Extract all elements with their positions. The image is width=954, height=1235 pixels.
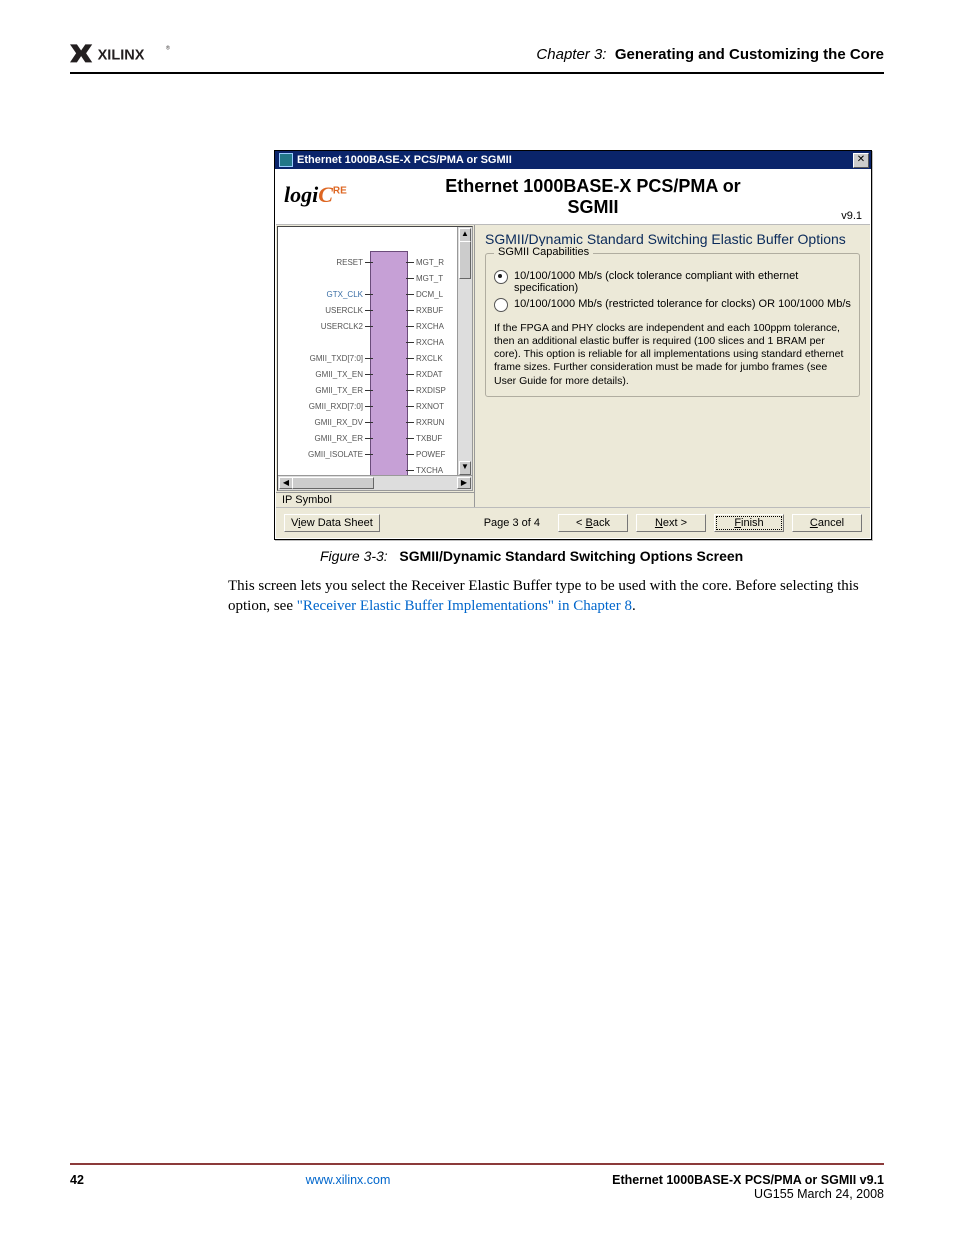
- window-title: Ethernet 1000BASE-X PCS/PMA or SGMII: [297, 154, 512, 166]
- radio-label-1: 10/100/1000 Mb/s (clock tolerance compli…: [514, 270, 851, 294]
- options-panel: SGMII/Dynamic Standard Switching Elastic…: [475, 225, 870, 507]
- port-right: DCM_L: [406, 291, 452, 299]
- ip-symbol-canvas[interactable]: RESETGTX_CLKUSERCLKUSERCLK2GMII_TXD[7:0]…: [277, 226, 473, 491]
- footer-doc-title: Ethernet 1000BASE-X PCS/PMA or SGMII v9.…: [612, 1173, 884, 1187]
- version-label: v9.1: [841, 210, 862, 222]
- dialog-window: Ethernet 1000BASE-X PCS/PMA or SGMII ✕ l…: [274, 150, 872, 540]
- footer-rule: [70, 1163, 884, 1165]
- svg-text:®: ®: [166, 44, 170, 51]
- header-rule: [70, 72, 884, 74]
- scroll-thumb-h[interactable]: [292, 477, 374, 489]
- button-bar: View Data Sheet Page 3 of 4 < Back Next …: [276, 507, 870, 538]
- app-icon: [279, 153, 293, 167]
- chapter-number: Chapter 3:: [536, 46, 606, 63]
- finish-button[interactable]: Finish: [714, 514, 784, 532]
- port-right: RXRUN: [406, 419, 452, 427]
- chapter-heading: Chapter 3: Generating and Customizing th…: [536, 46, 884, 63]
- options-note: If the FPGA and PHY clocks are independe…: [494, 322, 851, 388]
- scroll-thumb-v[interactable]: [459, 241, 471, 279]
- footer-url[interactable]: www.xilinx.com: [306, 1173, 391, 1187]
- port-right: TXBUF: [406, 435, 452, 443]
- ip-symbol-tab[interactable]: IP Symbol: [276, 492, 474, 507]
- cancel-button[interactable]: Cancel: [792, 514, 862, 532]
- back-button[interactable]: < Back: [558, 514, 628, 532]
- figure-caption: Figure 3-3: SGMII/Dynamic Standard Switc…: [320, 548, 884, 564]
- vertical-scrollbar[interactable]: ▲ ▼: [457, 227, 472, 476]
- port-right: TXCHA: [406, 467, 452, 475]
- figure-label: Figure 3-3:: [320, 548, 388, 564]
- chapter8-link[interactable]: "Receiver Elastic Buffer Implementations…: [297, 598, 632, 614]
- port-right: RXNOT: [406, 403, 452, 411]
- footer-doc-id: UG155 March 24, 2008: [754, 1187, 884, 1201]
- horizontal-scrollbar[interactable]: ◀ ▶: [278, 475, 472, 490]
- scroll-down-icon[interactable]: ▼: [459, 461, 471, 475]
- next-button[interactable]: Next >: [636, 514, 706, 532]
- radio-option-2[interactable]: 10/100/1000 Mb/s (restricted tolerance f…: [494, 298, 851, 312]
- port-right: RXDISP: [406, 387, 452, 395]
- radio-icon[interactable]: [494, 298, 508, 312]
- page-number: 42: [70, 1173, 84, 1187]
- sgmii-capabilities-group: SGMII Capabilities 10/100/1000 Mb/s (clo…: [485, 253, 860, 397]
- port-right: RXCLK: [406, 355, 452, 363]
- scroll-right-icon[interactable]: ▶: [457, 477, 471, 489]
- radio-icon[interactable]: [494, 270, 508, 284]
- scroll-up-icon[interactable]: ▲: [459, 228, 471, 242]
- footer: 42 www.xilinx.com Ethernet 1000BASE-X PC…: [70, 1173, 884, 1201]
- port-right: MGT_R: [406, 259, 452, 267]
- banner-title: Ethernet 1000BASE-X PCS/PMA or SGMII: [445, 176, 740, 217]
- scroll-left-icon[interactable]: ◀: [279, 477, 293, 489]
- page-info: Page 3 of 4: [484, 517, 540, 529]
- figure-text: SGMII/Dynamic Standard Switching Options…: [399, 548, 743, 564]
- logicore-logo: logiCRE: [284, 182, 347, 208]
- port-right: RXCHA: [406, 323, 452, 331]
- banner: logiCRE Ethernet 1000BASE-X PCS/PMA or S…: [276, 170, 870, 225]
- close-icon[interactable]: ✕: [853, 153, 869, 168]
- titlebar: Ethernet 1000BASE-X PCS/PMA or SGMII ✕: [275, 151, 871, 169]
- port-right: MGT_T: [406, 275, 452, 283]
- port-right: RXCHA: [406, 339, 452, 347]
- port-right: RXDAT: [406, 371, 452, 379]
- body-paragraph: This screen lets you select the Receiver…: [228, 577, 870, 616]
- port-right: POWEF: [406, 451, 452, 459]
- ip-symbol-panel: RESETGTX_CLKUSERCLKUSERCLK2GMII_TXD[7:0]…: [276, 225, 475, 507]
- chapter-title: Generating and Customizing the Core: [615, 46, 884, 63]
- group-legend: SGMII Capabilities: [494, 246, 593, 258]
- view-datasheet-button[interactable]: View Data Sheet: [284, 514, 380, 532]
- ip-block-icon: [370, 251, 408, 485]
- radio-label-2: 10/100/1000 Mb/s (restricted tolerance f…: [514, 298, 851, 310]
- radio-option-1[interactable]: 10/100/1000 Mb/s (clock tolerance compli…: [494, 270, 851, 294]
- svg-text:XILINX: XILINX: [98, 47, 145, 63]
- port-right: RXBUF: [406, 307, 452, 315]
- xilinx-logo: XILINX ®: [70, 40, 185, 68]
- options-title: SGMII/Dynamic Standard Switching Elastic…: [485, 231, 860, 247]
